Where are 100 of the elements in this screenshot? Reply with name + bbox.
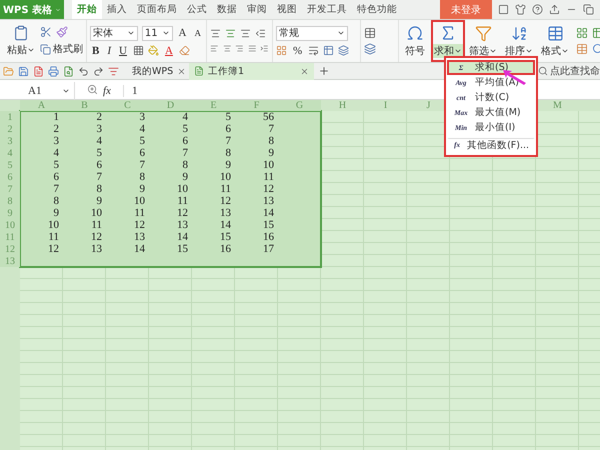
clipboard-icon[interactable] [13, 25, 29, 41]
table-cell-text: 11 [47, 231, 60, 243]
indent-decrease-icon[interactable] [255, 28, 266, 39]
function-label[interactable]: fx [103, 84, 111, 96]
table-cell-text: 8 [138, 171, 146, 183]
close-icon[interactable] [177, 66, 186, 76]
save-icon[interactable] [18, 66, 29, 76]
new-tab-icon[interactable] [318, 65, 330, 77]
close-icon[interactable] [300, 66, 309, 76]
ribbon-tab[interactable]: 视图 [272, 0, 302, 19]
table-cell-text: 8 [96, 183, 103, 195]
document-tab[interactable]: 工作簿1 [189, 62, 314, 80]
ribbon-tab[interactable]: 开始 [72, 0, 102, 19]
table-cell-text: 14 [219, 219, 232, 231]
font-style-button[interactable]: I [105, 44, 114, 56]
table-cell-text: 13 [90, 243, 103, 255]
ribbon-tab[interactable]: 页面布局 [132, 0, 182, 19]
filter-button[interactable]: 筛选 [465, 20, 501, 62]
table-cell-text: 12 [176, 207, 189, 219]
ribbon-tab[interactable]: 插入 [102, 0, 132, 19]
workbook-icon [194, 66, 204, 76]
upload-icon[interactable] [549, 4, 560, 15]
font-style-button[interactable]: B [90, 44, 102, 56]
table-cell-text: 6 [138, 147, 146, 159]
table-cell-text: 6 [52, 171, 60, 183]
help-icon[interactable] [532, 4, 543, 15]
shirt-icon[interactable] [515, 4, 526, 15]
restore-icon[interactable] [583, 4, 594, 15]
table-cell-text: 3 [52, 135, 60, 147]
table-cell-text: 1 [52, 111, 60, 123]
table-cell-text: 12 [90, 231, 103, 243]
caret-icon [162, 29, 170, 37]
border-icon[interactable] [132, 45, 144, 56]
caret-icon [126, 29, 135, 37]
table-cell-text: 16 [219, 243, 232, 255]
table-cell-text: 8 [268, 135, 275, 147]
table-cell-text: 5 [96, 147, 103, 159]
print-icon[interactable] [48, 66, 59, 76]
font-color-button[interactable]: A [162, 44, 175, 56]
cut-icon[interactable] [40, 26, 52, 38]
paste-button[interactable]: 粘贴 [6, 25, 36, 57]
format-button[interactable]: 格式 [537, 20, 573, 62]
table-cell-text: 2 [52, 123, 60, 135]
shrink-font-button[interactable]: A [192, 28, 203, 38]
eraser-icon[interactable] [178, 45, 190, 56]
ribbon-tab[interactable]: 公式 [182, 0, 212, 19]
font-style-button[interactable]: U [117, 44, 129, 56]
table-cell-text: 4 [52, 147, 60, 159]
table-cell-text: 5 [138, 135, 146, 147]
omega-icon [406, 24, 424, 42]
ribbon-tab[interactable]: 特色功能 [352, 0, 402, 19]
grow-font-button[interactable]: A [176, 27, 188, 39]
symbol-button[interactable]: 符号 [399, 20, 431, 62]
caret-icon [454, 47, 462, 55]
table-cell-text: 15 [262, 219, 275, 231]
ribbon-tab[interactable]: 审阅 [242, 0, 272, 19]
table-cell-text: 56 [262, 111, 275, 123]
table-cell-text: 3 [138, 111, 146, 123]
cells-icon[interactable] [576, 27, 588, 39]
table-icon [546, 24, 564, 42]
ribbon-tab[interactable]: 数据 [212, 0, 242, 19]
brush-icon[interactable] [56, 26, 68, 38]
align-top-icon[interactable] [210, 28, 221, 39]
table-cell-text: 7 [96, 171, 103, 183]
table-cell-text: 14 [262, 207, 275, 219]
app-menu-button[interactable]: WPS 表格 [0, 0, 64, 19]
table-cell-text: 11 [90, 219, 103, 231]
copy-icon [40, 44, 51, 54]
percent-button[interactable]: % [291, 44, 304, 56]
fill-color-icon[interactable] [148, 45, 159, 56]
sort-button[interactable]: 排序 [501, 20, 537, 62]
table-cell-text: 7 [52, 183, 60, 195]
font-name-select[interactable]: 宋体 [90, 26, 138, 40]
table-cell-text: 10 [133, 195, 146, 207]
table-cell-text: 9 [138, 183, 146, 195]
align-middle-icon[interactable] [225, 28, 236, 39]
table-cell-text: 13 [176, 219, 189, 231]
zoom-icon[interactable] [87, 84, 98, 94]
pdf-icon[interactable] [33, 66, 44, 76]
number-format-select[interactable]: 常规 [276, 26, 348, 40]
undo-icon[interactable] [78, 66, 89, 76]
preview-icon[interactable] [63, 66, 74, 76]
table-cell-text: 15 [219, 231, 232, 243]
align-bottom-icon[interactable] [240, 28, 251, 39]
table-cell-text: 5 [182, 123, 189, 135]
table-cell-text: 12 [262, 183, 275, 195]
table-cell-text: 4 [138, 123, 146, 135]
redo-icon[interactable] [93, 66, 104, 76]
document-tab-label: 我的WPS [132, 64, 174, 78]
table-cell-text: 2 [96, 111, 103, 123]
table-cell-text: 7 [138, 159, 146, 171]
format-painter-button[interactable]: 格式刷 [40, 42, 83, 56]
table-cell-text: 13 [219, 207, 232, 219]
table-cell-text: 14 [133, 243, 146, 255]
table-cell-text: 6 [224, 123, 232, 135]
table-cell-text: 8 [182, 159, 189, 171]
open-icon[interactable] [3, 66, 14, 76]
ribbon-tab[interactable]: 开发工具 [302, 0, 352, 19]
font-size-select[interactable]: 11 [142, 26, 173, 40]
caret-icon [27, 46, 35, 54]
